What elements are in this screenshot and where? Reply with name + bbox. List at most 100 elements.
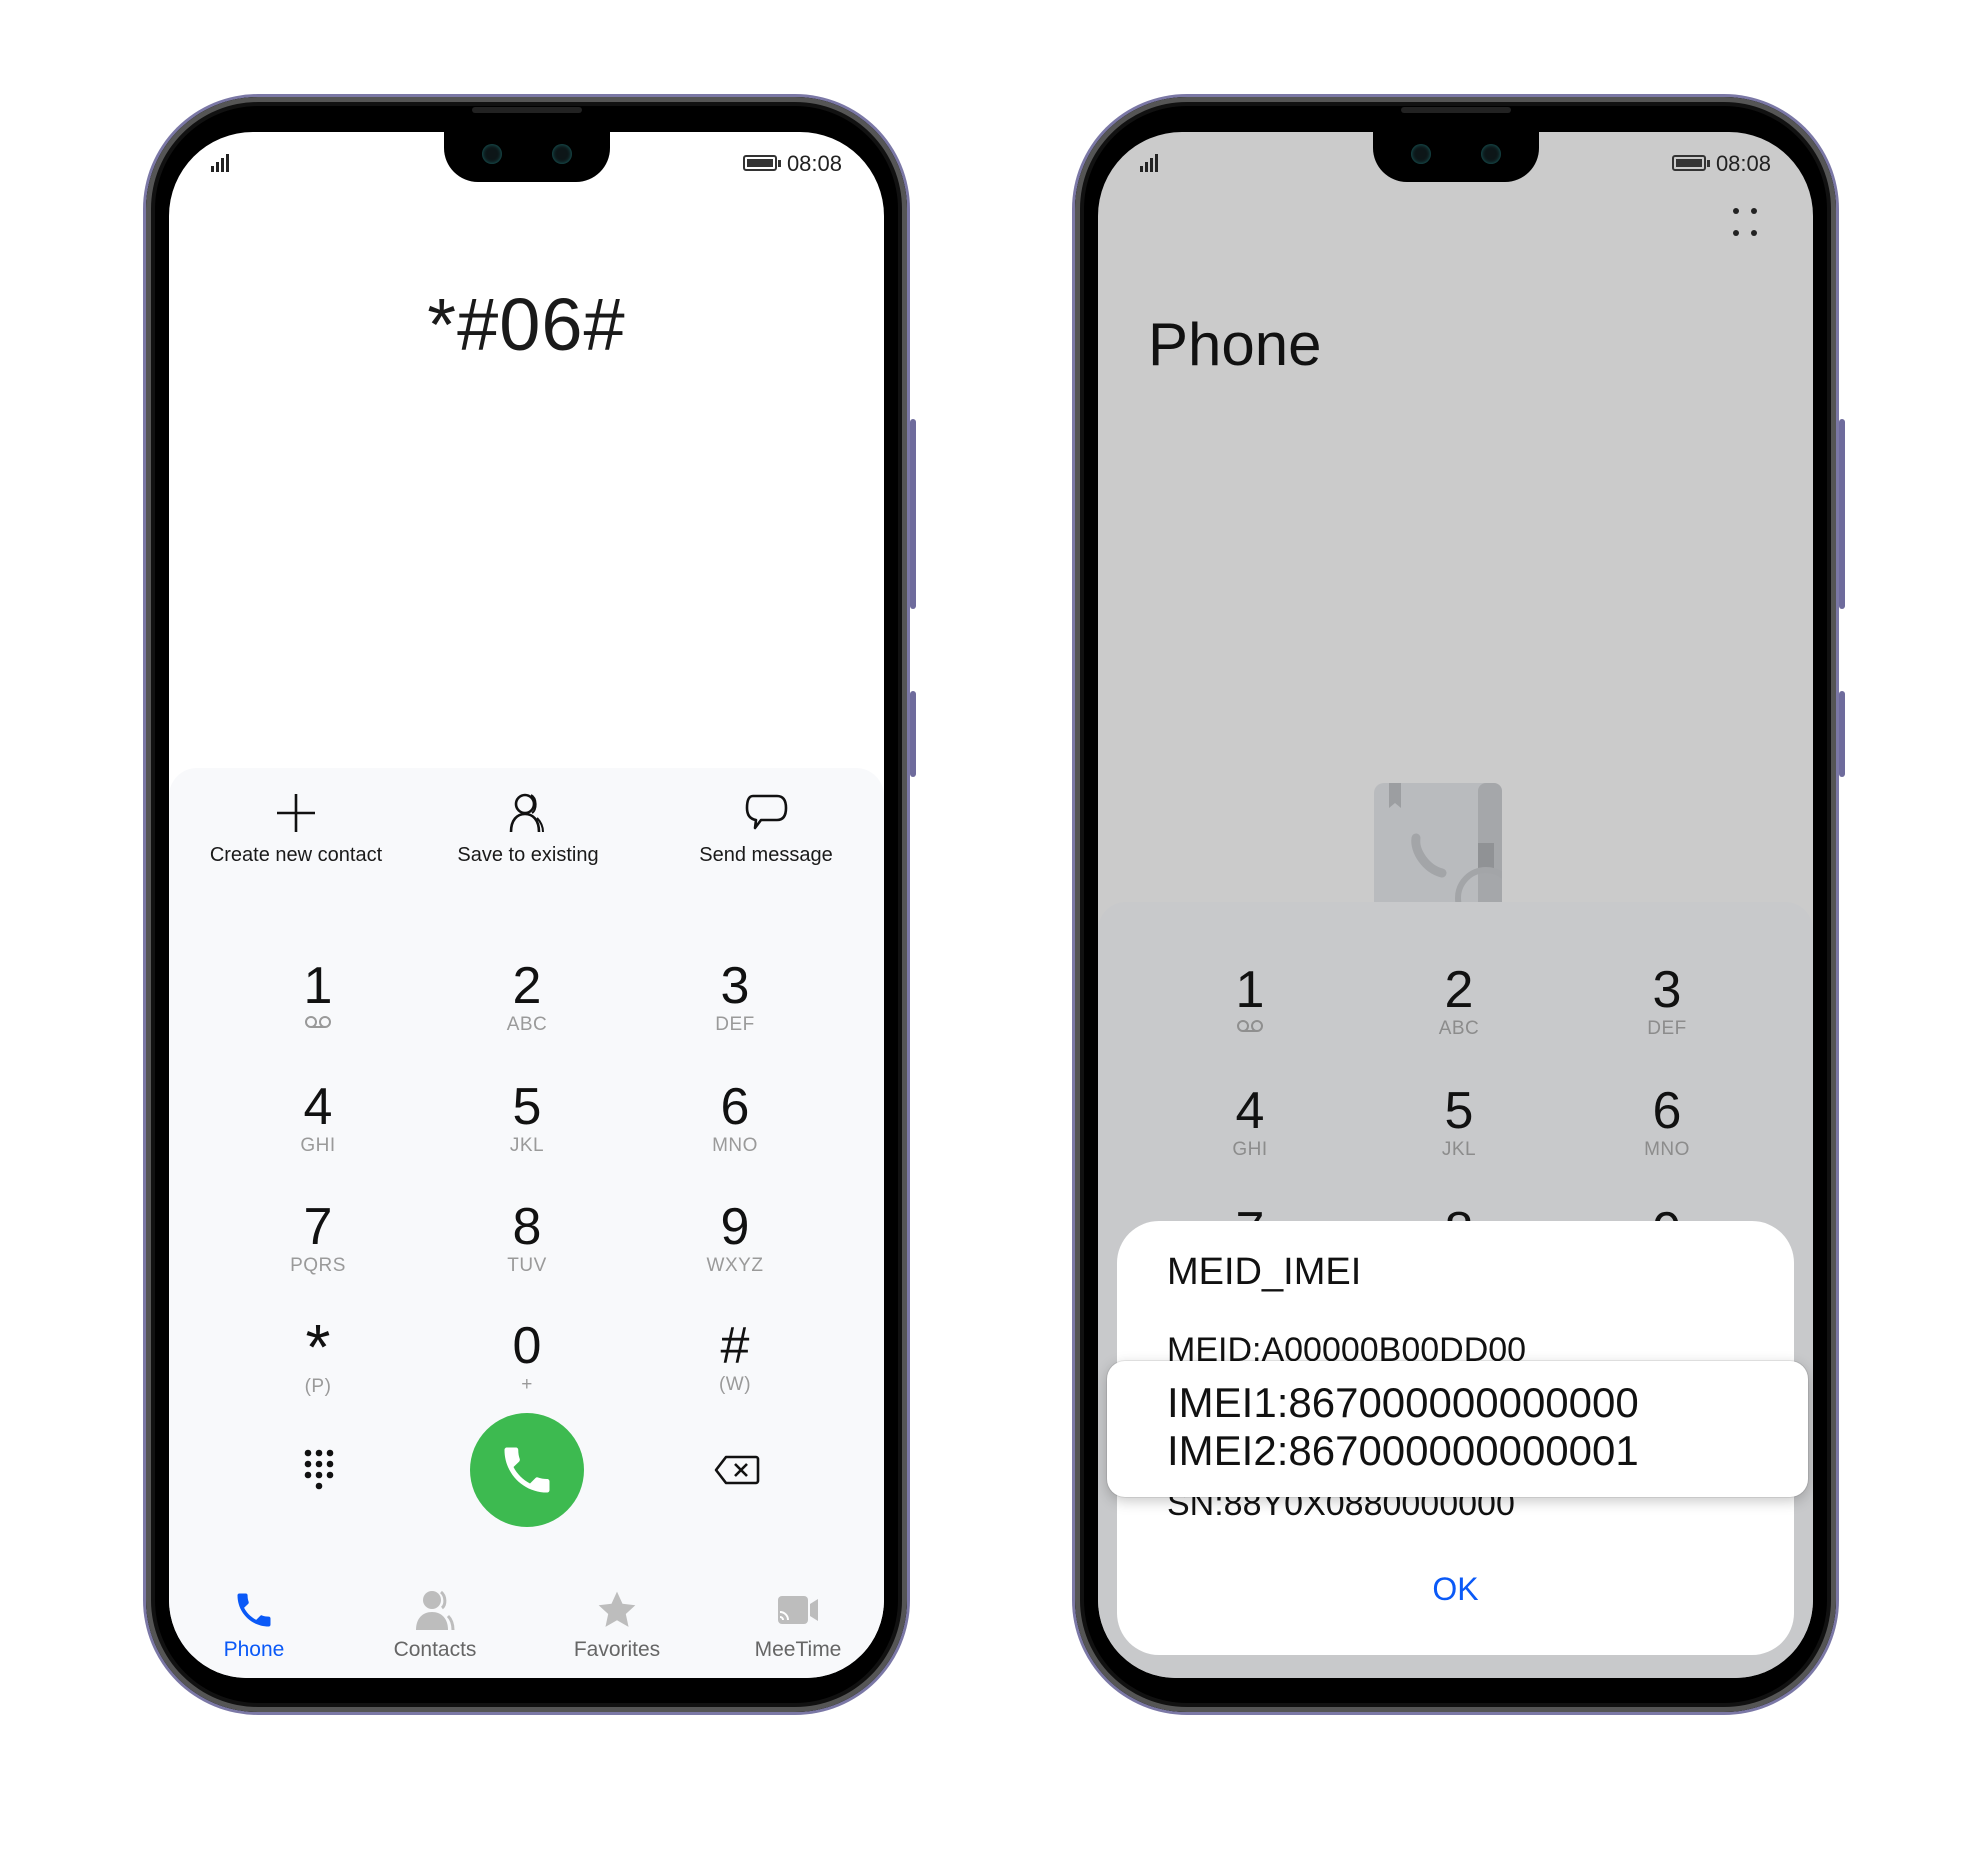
imei1-value: IMEI1:867000000000000 [1167,1379,1639,1426]
key-letters: TUV [507,1255,547,1276]
phone-frame-dialer: 08:08 *#06# Create new contact Save to e… [146,97,916,1712]
quick-actions: Create new contact Save to existing Send… [169,790,884,880]
nav-tab-favorites[interactable]: Favorites [542,1588,692,1662]
call-button[interactable] [470,1413,584,1527]
nav-tab-contacts[interactable]: Contacts [360,1588,510,1662]
front-camera-icon [1410,144,1431,164]
dialog-title: MEID_IMEI [1167,1251,1362,1293]
video-call-icon [778,1596,818,1624]
camera-notch [1372,132,1539,182]
person-icon [509,793,544,833]
key-digit: 7 [303,1198,333,1256]
key-digit: 3 [1652,961,1682,1019]
key-9[interactable]: 9 WXYZ [655,1199,815,1277]
key-0[interactable]: 0 + [447,1318,607,1396]
key-digit: 8 [512,1198,542,1256]
voicemail-icon [1237,1020,1263,1032]
save-to-existing-button[interactable]: Save to existing [428,790,628,867]
nav-tab-meetime[interactable]: MeeTime [723,1588,873,1662]
key-6[interactable]: 6 MNO [655,1079,815,1157]
key-3[interactable]: 3 DEF [655,958,815,1036]
key-8[interactable]: 8 TUV [447,1199,607,1277]
key-letters: WXYZ [706,1255,764,1276]
battery-icon [743,155,781,171]
star-icon [598,1591,636,1627]
key-4[interactable]: 4 GHI [238,1079,398,1157]
key-digit: # [720,1317,750,1375]
key-5[interactable]: 5 JKL [1379,1083,1539,1161]
key-digit: 0 [512,1317,542,1375]
key-digit: 1 [303,957,333,1015]
key-letters: MNO [712,1135,758,1156]
power-button [910,691,916,777]
dialpad-icon[interactable] [303,1448,335,1492]
key-letters: DEF [715,1014,755,1035]
status-time: 08:08 [1715,151,1771,176]
dialed-number[interactable]: *#06# [169,282,884,367]
key-digit: * [305,1311,331,1383]
battery-icon [1672,155,1710,171]
power-button [1839,691,1845,777]
key-digit: 2 [1444,961,1474,1019]
dialer-screen: 08:08 *#06# Create new contact Save to e… [169,132,884,1678]
dialer-panel: Create new contact Save to existing Send… [169,768,884,1678]
backspace-icon[interactable] [714,1455,760,1485]
key-letters: JKL [509,1135,545,1156]
contacts-icon [416,1590,455,1631]
key-digit: 9 [720,1198,750,1256]
key-letters: PQRS [290,1255,346,1276]
key-digit: 4 [303,1078,333,1136]
key-2[interactable]: 2 ABC [1379,962,1539,1040]
key-1[interactable]: 1 [1170,962,1330,1039]
key-letters: JKL [1441,1139,1477,1160]
key-digit: 2 [512,957,542,1015]
action-label: Send message [699,844,833,866]
action-label: Save to existing [457,844,599,866]
plus-icon [277,794,315,832]
key-6[interactable]: 6 MNO [1587,1083,1747,1161]
status-time: 08:08 [786,151,842,176]
key-4[interactable]: 4 GHI [1170,1083,1330,1161]
send-message-button[interactable]: Send message [666,790,866,867]
bottom-navigation: Phone Contacts Favorites MeeTime [169,1568,884,1678]
ok-button[interactable]: OK [1117,1571,1794,1608]
key-letters: GHI [1232,1139,1268,1160]
earpiece-speaker [1400,107,1511,113]
key-letters: MNO [1644,1139,1690,1160]
voicemail-icon [305,1016,331,1028]
key-letters: ABC [1438,1018,1480,1039]
key-digit: 1 [1235,961,1265,1019]
empty-call-log-illustration-icon [1374,783,1502,903]
more-options-icon[interactable] [1729,204,1765,240]
phone-frame-imei-dialog: 08:08 Phone 1 2ABC 3DEF 4GHI 5JKL 6MNO 7 [1075,97,1845,1712]
key-1[interactable]: 1 [238,958,398,1035]
signal-icon [211,152,233,172]
nav-label: Favorites [573,1638,661,1661]
nav-label: MeeTime [754,1638,842,1661]
message-bubble-icon [745,794,788,830]
front-camera-icon [551,144,572,164]
key-2[interactable]: 2 ABC [447,958,607,1036]
key-letters: + [521,1374,533,1395]
volume-button [1839,419,1845,609]
key-digit: 6 [1652,1082,1682,1140]
key-5[interactable]: 5 JKL [447,1079,607,1157]
key-letters: (W) [718,1374,752,1395]
key-letters: (P) [304,1376,332,1397]
phone-icon [237,1593,271,1627]
volume-button [910,419,916,609]
key-star[interactable]: * (P) [238,1311,398,1398]
front-camera-icon [481,144,502,164]
meid-imei-dialog: MEID_IMEI MEID:A00000B00DD00 IMEI1:86700… [1107,1221,1808,1655]
key-7[interactable]: 7 PQRS [238,1199,398,1277]
action-label: Create new contact [209,844,383,866]
create-new-contact-button[interactable]: Create new contact [196,790,396,867]
nav-tab-phone[interactable]: Phone [179,1588,329,1662]
key-3[interactable]: 3 DEF [1587,962,1747,1040]
front-camera-icon [1480,144,1501,164]
earpiece-speaker [471,107,582,113]
imei2-value: IMEI2:867000000000001 [1167,1427,1639,1474]
page-title: Phone [1148,311,1322,378]
key-digit: 4 [1235,1082,1265,1140]
key-hash[interactable]: # (W) [655,1318,815,1396]
